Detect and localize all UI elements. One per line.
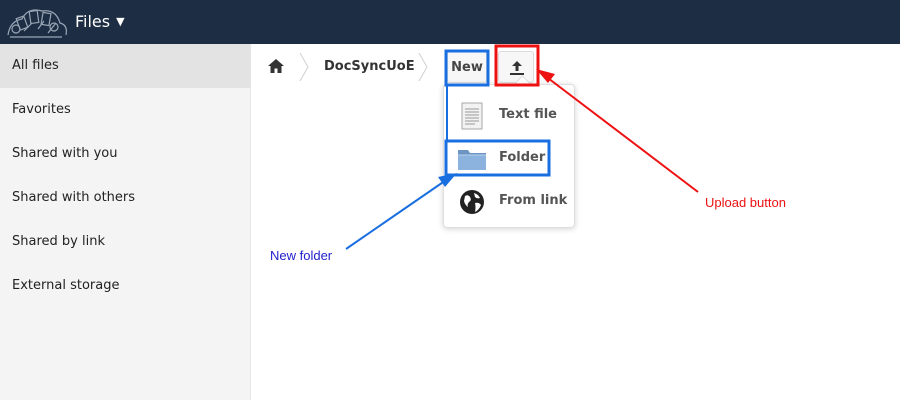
- top-header: Files ▼: [0, 0, 900, 44]
- new-button[interactable]: New: [447, 51, 487, 83]
- globe-icon: [460, 190, 484, 214]
- app-title: Files: [75, 12, 111, 31]
- folder-icon: [458, 150, 486, 170]
- menu-item-text-file[interactable]: Text file: [444, 96, 574, 136]
- text-file-icon: [461, 102, 483, 130]
- sidebar-item-shared-by-link[interactable]: Shared by link: [0, 220, 250, 264]
- breadcrumb-separator-icon: [418, 52, 428, 82]
- menu-item-label: Text file: [499, 107, 557, 122]
- menu-item-from-link[interactable]: From link: [444, 182, 574, 222]
- sidebar-item-shared-with-you[interactable]: Shared with you: [0, 132, 250, 176]
- menu-item-label: From link: [499, 193, 568, 208]
- breadcrumb-separator-icon: [299, 52, 309, 82]
- sidebar-item-favorites[interactable]: Favorites: [0, 88, 250, 132]
- menu-item-folder[interactable]: Folder: [444, 139, 574, 179]
- new-menu: Text file Folder From link: [443, 84, 575, 228]
- sidebar-item-all-files[interactable]: All files: [0, 44, 250, 88]
- breadcrumb-folder[interactable]: DocSyncUoE: [324, 59, 415, 74]
- folder-arrow: [345, 175, 453, 250]
- sidebar: All files Favorites Shared with you Shar…: [0, 44, 251, 400]
- home-icon[interactable]: [267, 58, 285, 74]
- upload-button[interactable]: [498, 51, 534, 83]
- sidebar-item-shared-with-others[interactable]: Shared with others: [0, 176, 250, 220]
- upload-annotation-label: Upload button: [705, 195, 786, 210]
- upload-icon: [510, 61, 524, 75]
- menu-item-label: Folder: [499, 150, 546, 165]
- sidebar-item-external-storage[interactable]: External storage: [0, 264, 250, 308]
- breadcrumb: DocSyncUoE New: [250, 44, 900, 88]
- folder-annotation-label: New folder: [270, 248, 333, 263]
- chevron-down-icon: ▼: [116, 15, 125, 28]
- cloud-logo-icon[interactable]: [4, 3, 68, 41]
- app-menu-button[interactable]: Files ▼: [75, 12, 125, 31]
